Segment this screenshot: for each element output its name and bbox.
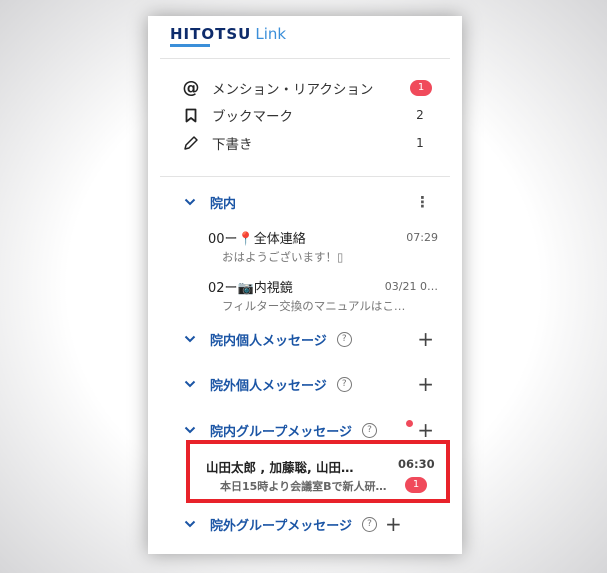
help-icon[interactable]: ? [361, 422, 377, 438]
add-icon[interactable]: + [417, 420, 434, 440]
mentions-badge: 1 [410, 80, 432, 96]
thread-preview: フィルター交換のマニュアルはこ… [222, 299, 406, 313]
section-innai-group-label: 院内グループメッセージ [210, 424, 352, 440]
chevron-down-icon [184, 197, 196, 207]
drafts-count: 1 [416, 136, 424, 150]
logo-brand: HITOTSU [170, 25, 252, 43]
chevron-down-icon [184, 379, 196, 389]
chevron-down-icon [184, 334, 196, 344]
thread-item[interactable]: 02ー📷内視鏡 03/21 0… フィルター交換のマニュアルはこ… [208, 277, 438, 314]
menu-drafts-label: 下書き [212, 137, 253, 153]
bookmark-icon [182, 106, 200, 124]
thread-time: 03/21 0… [384, 279, 438, 293]
sidebar-panel: HITOTSU Link @ メンション・リアクション 1 ブックマーク 2 下書… [148, 16, 462, 554]
section-innai-personal-label: 院内個人メッセージ [210, 333, 327, 349]
section-ingai-group-label: 院外グループメッセージ [210, 518, 352, 534]
logo-sub: Link [255, 25, 287, 43]
more-options-icon[interactable]: ⋮ [415, 194, 430, 210]
logo-underline [170, 44, 210, 47]
menu-bookmarks[interactable]: ブックマーク 2 [182, 104, 432, 126]
add-icon[interactable]: + [417, 329, 434, 349]
thread-time: 07:29 [406, 230, 438, 244]
thread-name: 00ー📍全体連絡 [208, 231, 306, 247]
group-thread-preview[interactable]: 本日15時より会議室Bで新人研… [220, 478, 386, 494]
section-innai-personal[interactable]: 院内個人メッセージ ? + [184, 328, 434, 350]
add-icon[interactable]: + [385, 514, 402, 534]
add-icon[interactable]: + [417, 374, 434, 394]
section-innai[interactable]: 院内 ⋮ [184, 191, 434, 213]
help-icon[interactable]: ? [336, 331, 352, 347]
section-ingai-personal[interactable]: 院外個人メッセージ ? + [184, 373, 434, 395]
section-ingai-group[interactable]: 院外グループメッセージ ? + [184, 513, 434, 535]
divider [160, 176, 450, 177]
thread-item[interactable]: 00ー📍全体連絡 07:29 おはようございます！▯ [208, 228, 438, 265]
at-icon: @ [182, 78, 200, 98]
menu-bookmarks-label: ブックマーク [212, 109, 293, 125]
section-innai-label: 院内 [210, 196, 237, 212]
chevron-down-icon [184, 519, 196, 529]
section-ingai-personal-label: 院外個人メッセージ [210, 378, 327, 394]
thread-name: 02ー📷内視鏡 [208, 280, 293, 296]
bookmarks-count: 2 [416, 108, 424, 122]
thread-preview: おはようございます！▯ [222, 250, 344, 264]
app-logo: HITOTSU Link [170, 25, 286, 43]
help-icon[interactable]: ? [336, 376, 352, 392]
menu-mentions[interactable]: @ メンション・リアクション 1 [182, 77, 432, 99]
group-thread-badge: 1 [405, 477, 427, 493]
unread-dot [406, 420, 413, 427]
divider [160, 58, 450, 59]
group-thread-name[interactable]: 山田太郎 , 加藤聡, 山田… [206, 457, 354, 476]
section-innai-group[interactable]: 院内グループメッセージ ? + [184, 419, 434, 441]
help-icon[interactable]: ? [361, 516, 377, 532]
menu-drafts[interactable]: 下書き 1 [182, 132, 432, 154]
group-thread-time: 06:30 [398, 457, 435, 471]
chevron-down-icon [184, 425, 196, 435]
menu-mentions-label: メンション・リアクション [212, 82, 374, 98]
pencil-icon [182, 134, 200, 152]
